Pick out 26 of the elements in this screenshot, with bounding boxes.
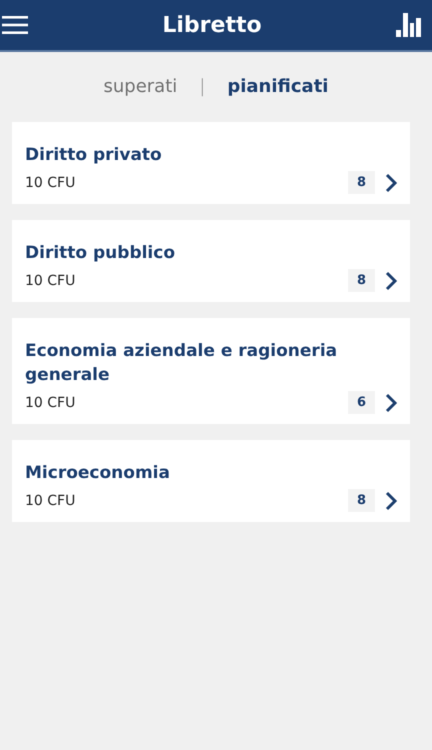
chevron-right-icon (385, 172, 397, 192)
course-name: Economia aziendale e ragioneria generale (25, 340, 338, 387)
tab-separator: | (199, 76, 206, 96)
course-credits: 10 CFU (25, 174, 76, 190)
course-credits: 10 CFU (25, 272, 76, 288)
course-card[interactable]: Microeconomia 10 CFU 8 (12, 440, 410, 522)
course-card[interactable]: Diritto privato 10 CFU 8 (12, 122, 410, 204)
bar-chart-icon[interactable] (396, 13, 422, 37)
course-card[interactable]: Economia aziendale e ragioneria generale 10 CFU 6 (12, 318, 410, 424)
course-credits: 10 CFU (25, 492, 76, 508)
tab[interactable]: superati (104, 76, 178, 96)
grade-badge: 8 (348, 171, 375, 194)
course-name: Diritto privato (25, 144, 163, 167)
grade-badge: 8 (348, 489, 375, 512)
course-credits: 10 CFU (25, 394, 76, 410)
course-name: Diritto pubblico (25, 242, 176, 265)
course-card[interactable]: Diritto pubblico 10 CFU 8 (12, 220, 410, 302)
screen-title: Libretto (162, 12, 262, 38)
chevron-right-icon (385, 490, 397, 510)
grade-badge: 6 (348, 391, 375, 414)
chevron-right-icon (385, 392, 397, 412)
grade-badge: 8 (348, 269, 375, 292)
course-name: Microeconomia (25, 462, 171, 485)
tab[interactable]: pianificati (227, 76, 328, 96)
chevron-right-icon (385, 270, 397, 290)
menu-icon[interactable] (2, 15, 28, 35)
